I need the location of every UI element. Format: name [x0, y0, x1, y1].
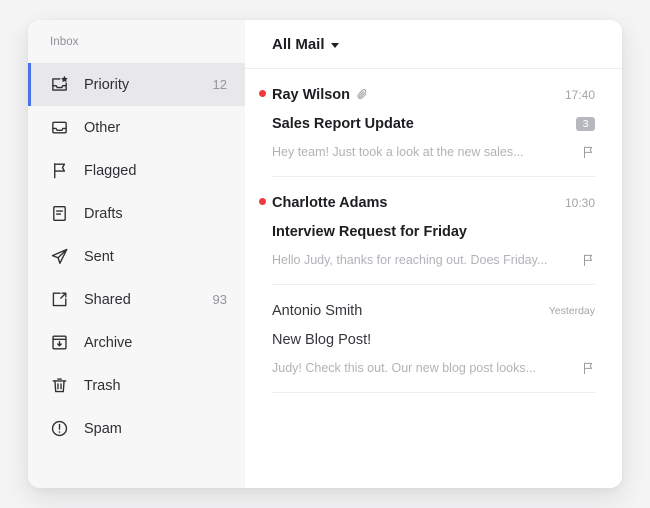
sidebar-nav-list: Priority 12 Other Flagged Drafts Sent Shared 93… — [28, 63, 245, 450]
mail-subject: Sales Report Update — [272, 115, 414, 132]
mail-item-preview-row: Hello Judy, thanks for reaching out. Doe… — [272, 251, 595, 269]
mail-list-item[interactable]: Charlotte Adams 10:30 Interview Request fo… — [259, 177, 595, 285]
flag-icon — [50, 161, 69, 180]
all-mail-filter-label: All Mail — [272, 35, 325, 53]
mail-item-preview-row: Hey team! Just took a look at the new sa… — [272, 143, 595, 161]
archive-icon — [50, 333, 69, 352]
mail-timestamp: 10:30 — [564, 195, 595, 210]
mail-subject: Interview Request for Friday — [272, 223, 467, 240]
mail-item-header: Ray Wilson 17:40 — [259, 85, 595, 104]
mail-item-subject-row: Interview Request for Friday — [272, 222, 595, 241]
sidebar-title: Inbox — [50, 36, 79, 48]
mail-list-item[interactable]: Antonio Smith Yesterday New Blog Post! Judy… — [272, 285, 595, 393]
mail-preview: Judy! Check this out. Our new blog post … — [272, 361, 537, 375]
sidebar-item-shared[interactable]: Shared 93 — [28, 278, 245, 321]
sidebar-item-count: 93 — [212, 292, 227, 307]
mail-app-window: Inbox Priority 12 Other Flagged Drafts Sent Sh… — [28, 20, 622, 488]
sidebar-item-archive[interactable]: Archive — [28, 321, 245, 364]
sidebar-item-other[interactable]: Other — [28, 106, 245, 149]
chevron-down-icon — [330, 42, 339, 48]
sidebar-item-trash[interactable]: Trash — [28, 364, 245, 407]
mail-preview: Hello Judy, thanks for reaching out. Doe… — [272, 253, 548, 267]
mail-sender: Charlotte Adams — [272, 194, 388, 211]
flag-outline-icon[interactable] — [581, 361, 595, 375]
mail-list-item[interactable]: Ray Wilson 17:40 Sales Report Update 3 Hey t… — [259, 69, 595, 177]
sidebar-item-label: Priority — [84, 76, 130, 93]
mail-list-header: All Mail — [245, 20, 622, 69]
document-icon — [50, 204, 69, 223]
mail-list-body: Ray Wilson 17:40 Sales Report Update 3 Hey t… — [245, 69, 622, 488]
sidebar-item-label: Other — [84, 119, 121, 136]
thread-count-badge: 3 — [576, 116, 595, 131]
sidebar-item-sent[interactable]: Sent — [28, 235, 245, 278]
mail-item-header: Charlotte Adams 10:30 — [259, 193, 595, 212]
flag-outline-icon[interactable] — [581, 253, 595, 267]
mail-sender: Antonio Smith — [272, 302, 363, 319]
mail-item-header: Antonio Smith Yesterday — [272, 301, 595, 320]
mail-item-subject-row: New Blog Post! — [272, 330, 595, 349]
sidebar-item-drafts[interactable]: Drafts — [28, 192, 245, 235]
mail-item-subject-row: Sales Report Update 3 — [272, 114, 595, 133]
sidebar-item-label: Spam — [84, 420, 122, 437]
inbox-icon — [50, 118, 69, 137]
paper-plane-icon — [50, 247, 69, 266]
trash-icon — [50, 376, 69, 395]
share-icon — [50, 290, 69, 309]
sidebar: Inbox Priority 12 Other Flagged Drafts Sent Sh… — [28, 20, 245, 488]
inbox-star-icon — [50, 75, 69, 94]
sidebar-item-count: 12 — [212, 77, 227, 92]
sidebar-item-label: Archive — [84, 334, 133, 351]
unread-dot-icon — [259, 198, 266, 205]
mail-list-pane: All Mail Ray Wilson 17:40 Sales Report Upd… — [245, 20, 622, 488]
sidebar-item-label: Flagged — [84, 162, 137, 179]
flag-outline-icon[interactable] — [581, 145, 595, 159]
mail-item-preview-row: Judy! Check this out. Our new blog post … — [272, 359, 595, 377]
mail-sender: Ray Wilson — [272, 86, 351, 103]
all-mail-filter-button[interactable]: All Mail — [272, 36, 339, 53]
mail-timestamp: Yesterday — [548, 304, 595, 317]
mail-preview: Hey team! Just took a look at the new sa… — [272, 145, 524, 159]
mail-timestamp: 17:40 — [564, 87, 595, 102]
mail-subject: New Blog Post! — [272, 331, 372, 348]
paperclip-icon — [356, 88, 369, 101]
unread-dot-icon — [259, 90, 266, 97]
sidebar-item-flagged[interactable]: Flagged — [28, 149, 245, 192]
sidebar-item-label: Trash — [84, 377, 121, 394]
sidebar-item-priority[interactable]: Priority 12 — [28, 63, 245, 106]
sidebar-item-label: Drafts — [84, 205, 123, 222]
sidebar-item-spam[interactable]: Spam — [28, 407, 245, 450]
alert-circle-icon — [50, 419, 69, 438]
sidebar-item-label: Shared — [84, 291, 131, 308]
sidebar-item-label: Sent — [84, 248, 114, 265]
